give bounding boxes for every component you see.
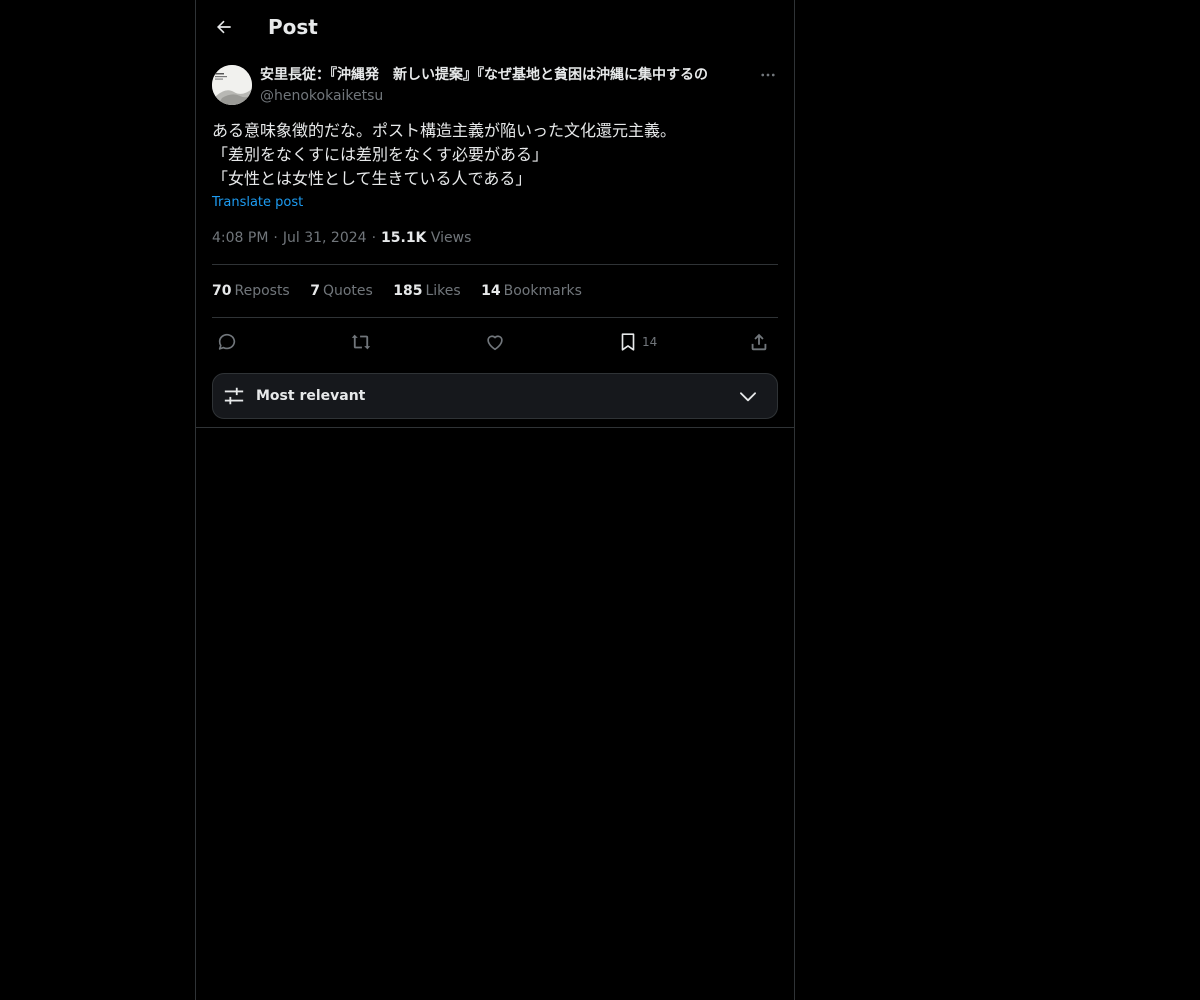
- divider: [212, 264, 778, 265]
- reply-icon: [218, 333, 236, 350]
- quotes-count: 7: [310, 283, 320, 299]
- avatar-image: [212, 65, 252, 105]
- page-header: Post: [196, 0, 794, 54]
- bookmarks-count: 14: [481, 283, 501, 299]
- share-button[interactable]: [748, 329, 770, 355]
- back-button[interactable]: [208, 11, 240, 43]
- views-label: Views: [430, 230, 472, 246]
- divider: [212, 317, 778, 318]
- engagement-stats: 70 Reposts 7 Quotes 185 Likes 14 Bookmarks: [212, 281, 598, 301]
- post-text-line: 「差別をなくすには差別をなくす必要がある」: [212, 145, 549, 164]
- likes-count: 185: [393, 283, 423, 299]
- avatar[interactable]: [212, 65, 252, 105]
- bookmark-count: 14: [642, 335, 658, 349]
- translate-post-link[interactable]: Translate post: [212, 194, 303, 212]
- bookmark-icon: [621, 333, 635, 351]
- bookmark-button[interactable]: 14: [617, 329, 657, 355]
- author-name[interactable]: 安里長従：『沖縄発 新しい提案』『なぜ基地と貧困は沖縄に集中するの: [260, 65, 752, 85]
- bookmarks-stat[interactable]: 14 Bookmarks: [481, 281, 582, 301]
- post-text-line: ある意味象徴的だな。ポスト構造主義が陥いった文化還元主義。: [212, 121, 677, 140]
- quotes-stat[interactable]: 7 Quotes: [310, 281, 373, 301]
- section-divider: [196, 427, 794, 428]
- reply-sort-dropdown[interactable]: Most relevant: [212, 373, 778, 419]
- separator-dot: ·: [273, 230, 278, 246]
- quotes-label: Quotes: [322, 283, 373, 299]
- arrow-left-icon: [217, 20, 231, 34]
- post-time[interactable]: 4:08 PM: [212, 230, 268, 246]
- reposts-label: Reposts: [234, 283, 290, 299]
- reposts-stat[interactable]: 70 Reposts: [212, 281, 290, 301]
- action-bar: 14: [212, 325, 778, 359]
- share-icon: [751, 333, 767, 351]
- post-text-line: 「女性とは女性として生きている人である」: [212, 169, 532, 188]
- bookmarks-label: Bookmarks: [503, 283, 582, 299]
- author-handle[interactable]: @henokokaiketsu: [260, 86, 383, 106]
- likes-label: Likes: [425, 283, 461, 299]
- repost-button[interactable]: [349, 329, 373, 355]
- more-horizontal-icon: [761, 73, 775, 77]
- likes-stat[interactable]: 185 Likes: [393, 281, 460, 301]
- post-text: ある意味象徴的だな。ポスト構造主義が陥いった文化還元主義。 「差別をなくすには差…: [212, 119, 778, 191]
- reposts-count: 70: [212, 283, 232, 299]
- sort-label: Most relevant: [256, 388, 366, 404]
- views-count: 15.1K: [381, 230, 427, 246]
- like-button[interactable]: [484, 329, 506, 355]
- separator-dot: ·: [371, 230, 377, 246]
- main-column: Post 安里長従：『沖縄発 新しい提案』『なぜ基地と貧困は沖縄に集中するの @…: [195, 0, 795, 1000]
- chevron-down-icon: [740, 392, 756, 402]
- more-options-button[interactable]: [756, 63, 780, 87]
- post-date[interactable]: Jul 31, 2024: [283, 230, 367, 246]
- repost-icon: [351, 334, 371, 350]
- reply-button[interactable]: [216, 329, 238, 355]
- sliders-icon: [224, 387, 244, 405]
- heart-icon: [487, 335, 503, 351]
- page-title: Post: [268, 15, 318, 39]
- post-metadata: 4:08 PM · Jul 31, 2024 · 15.1K Views: [212, 228, 471, 248]
